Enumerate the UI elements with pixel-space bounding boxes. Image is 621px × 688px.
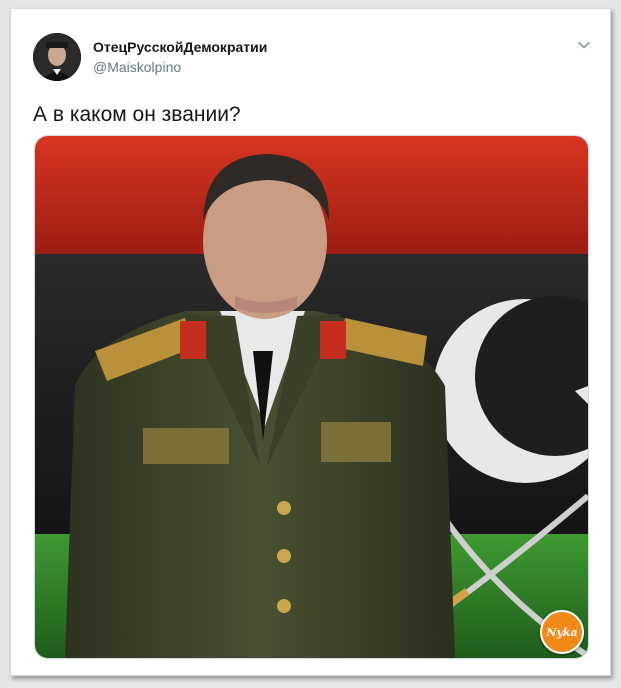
author-handle[interactable]: @Maiskolpino: [93, 59, 181, 75]
tweet-card: ОтецРусскойДемократии @Maiskolpino А в к…: [10, 8, 611, 676]
chevron-down-icon[interactable]: [576, 37, 592, 53]
author-name[interactable]: ОтецРусскойДемократии: [93, 39, 267, 55]
photo-illustration: [35, 136, 588, 658]
tweet-text: А в каком он звании?: [33, 103, 241, 126]
watermark-logo: Nyka: [540, 610, 584, 654]
avatar[interactable]: [33, 33, 81, 81]
tweet-photo[interactable]: Nyka: [34, 135, 589, 659]
